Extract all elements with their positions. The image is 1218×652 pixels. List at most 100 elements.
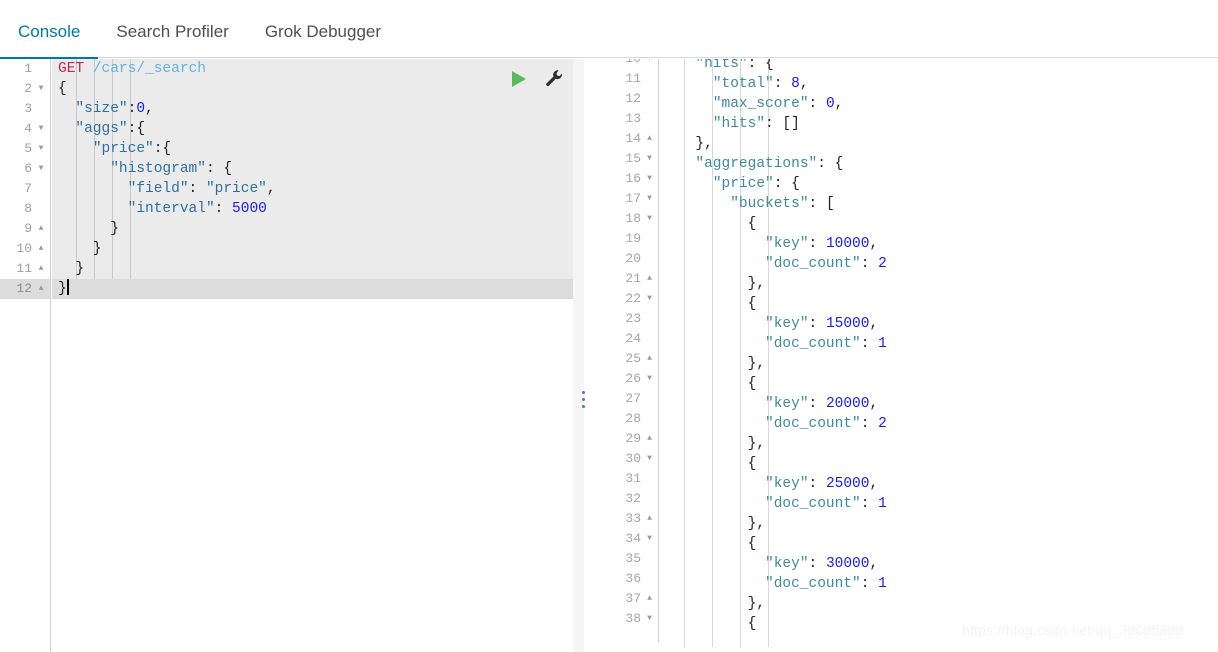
- editor-code-line[interactable]: "size":0,: [52, 99, 573, 119]
- fold-down-icon[interactable]: ▼: [644, 529, 655, 549]
- editor-line-number[interactable]: 2 ▼: [0, 79, 50, 99]
- response-line-number[interactable]: 11: [596, 69, 658, 89]
- fold-up-icon[interactable]: ▲: [36, 239, 46, 259]
- fold-up-icon[interactable]: ▲: [644, 349, 655, 369]
- editor-line-number[interactable]: 5 ▼: [0, 139, 50, 159]
- response-code-line: "buckets": [: [730, 196, 835, 212]
- fold-up-icon[interactable]: ▲: [644, 429, 655, 449]
- response-line-number[interactable]: 29 ▲: [596, 429, 658, 449]
- response-line-number[interactable]: 16 ▼: [596, 169, 658, 189]
- fold-down-icon[interactable]: ▼: [644, 609, 655, 629]
- fold-down-icon[interactable]: ▼: [36, 119, 46, 139]
- fold-down-icon[interactable]: ▼: [36, 79, 46, 99]
- editor-line-number[interactable]: 3: [0, 99, 50, 119]
- fold-up-icon[interactable]: ▲: [644, 269, 655, 289]
- editor-line-number[interactable]: 12 ▲: [0, 279, 50, 299]
- splitter-grip-icon: [582, 391, 586, 412]
- response-line-number[interactable]: 13: [596, 109, 658, 129]
- fold-up-icon[interactable]: ▲: [644, 589, 655, 609]
- response-code-line: "hits": []: [712, 116, 800, 132]
- fold-down-icon[interactable]: ▼: [644, 449, 655, 469]
- response-line-number[interactable]: 27: [596, 389, 658, 409]
- editor-code-line[interactable]: }: [52, 259, 573, 279]
- response-line-number[interactable]: 19: [596, 229, 658, 249]
- kibana-dev-tools-console: Console Search Profiler Grok Debugger 1 2 ▼ 3…: [0, 0, 1218, 652]
- response-gutter[interactable]: 10▼11121314▲15▼16▼17▼18▼192021▲22▼232425…: [596, 59, 659, 642]
- response-line-number[interactable]: 30 ▼: [596, 449, 658, 469]
- response-line-number[interactable]: 23: [596, 309, 658, 329]
- editor-code-line[interactable]: }: [52, 239, 573, 259]
- response-code-line: "doc_count": 1: [765, 336, 887, 352]
- editor-code-line[interactable]: "aggs":{: [52, 119, 573, 139]
- fold-down-icon[interactable]: ▼: [644, 289, 655, 309]
- response-code-line: },: [678, 356, 766, 372]
- fold-down-icon[interactable]: ▼: [644, 209, 655, 229]
- editor-line-number[interactable]: 9 ▲: [0, 219, 50, 239]
- pane-splitter[interactable]: [574, 59, 596, 652]
- editor-code-line[interactable]: }: [52, 279, 573, 299]
- response-code-line: },: [678, 436, 766, 452]
- fold-up-icon[interactable]: ▲: [36, 219, 46, 239]
- editor-line-number[interactable]: 6 ▼: [0, 159, 50, 179]
- response-line-number[interactable]: 14 ▲: [596, 129, 658, 149]
- fold-down-icon[interactable]: ▼: [644, 149, 655, 169]
- response-line-number[interactable]: 25 ▲: [596, 349, 658, 369]
- editor-code-line[interactable]: "interval": 5000: [52, 199, 573, 219]
- response-code-line: "hits": {: [695, 59, 774, 72]
- response-code-line: "max_score": 0,: [712, 96, 844, 112]
- editor-code-line[interactable]: GET /cars/_search: [52, 59, 573, 79]
- wrench-settings-button[interactable]: [544, 68, 566, 90]
- response-line-number[interactable]: 20: [596, 249, 658, 269]
- response-line-number[interactable]: 24: [596, 329, 658, 349]
- editor-line-number[interactable]: 1: [0, 59, 50, 79]
- editor-code-line[interactable]: "histogram": {: [52, 159, 573, 179]
- fold-up-icon[interactable]: ▲: [36, 259, 46, 279]
- response-line-number[interactable]: 17 ▼: [596, 189, 658, 209]
- fold-up-icon[interactable]: ▲: [36, 279, 46, 299]
- fold-up-icon[interactable]: ▲: [644, 129, 655, 149]
- run-request-button[interactable]: [512, 69, 532, 89]
- fold-down-icon[interactable]: ▼: [644, 189, 655, 209]
- response-code-line: "aggregations": {: [695, 156, 844, 172]
- fold-down-icon[interactable]: ▼: [644, 169, 655, 189]
- response-line-number[interactable]: 32: [596, 489, 658, 509]
- response-line-number[interactable]: 28: [596, 409, 658, 429]
- tab-grok-debugger[interactable]: Grok Debugger: [247, 23, 399, 58]
- response-line-number[interactable]: 36: [596, 569, 658, 589]
- response-line-number[interactable]: 37 ▲: [596, 589, 658, 609]
- fold-down-icon[interactable]: ▼: [36, 159, 46, 179]
- request-editor-gutter[interactable]: 1 2 ▼ 3 4 ▼ 5 ▼ 6 ▼ 7 8 9 ▲ 10 ▲ 11 ▲ 12 ▲: [0, 59, 51, 652]
- fold-down-icon[interactable]: ▼: [644, 59, 655, 69]
- request-editor-pane[interactable]: 1 2 ▼ 3 4 ▼ 5 ▼ 6 ▼ 7 8 9 ▲ 10 ▲ 11 ▲ 12 ▲ GET /cars/_searc…: [0, 59, 584, 652]
- fold-up-icon[interactable]: ▲: [644, 509, 655, 529]
- response-line-number[interactable]: 21 ▲: [596, 269, 658, 289]
- editor-line-number[interactable]: 4 ▼: [0, 119, 50, 139]
- response-line-number[interactable]: 10▼: [596, 59, 658, 69]
- response-code[interactable]: "hits": { "total": 8, "max_score": 0, "h…: [660, 59, 1218, 647]
- response-line-number[interactable]: 15 ▼: [596, 149, 658, 169]
- editor-code-line[interactable]: "price":{: [52, 139, 573, 159]
- tab-console[interactable]: Console: [0, 23, 99, 59]
- response-line-number[interactable]: 35: [596, 549, 658, 569]
- editor-line-number[interactable]: 8: [0, 199, 50, 219]
- response-line-number[interactable]: 38 ▼: [596, 609, 658, 629]
- response-line-number[interactable]: 26 ▼: [596, 369, 658, 389]
- editor-code-line[interactable]: "field": "price",: [52, 179, 573, 199]
- request-editor-code[interactable]: GET /cars/_search{ "size":0, "aggs":{ "p…: [52, 59, 573, 299]
- response-line-number[interactable]: 22 ▼: [596, 289, 658, 309]
- fold-down-icon[interactable]: ▼: [644, 369, 655, 389]
- response-line-number[interactable]: 18 ▼: [596, 209, 658, 229]
- response-line-number[interactable]: 12: [596, 89, 658, 109]
- response-line-number[interactable]: 34 ▼: [596, 529, 658, 549]
- response-pane[interactable]: 10▼11121314▲15▼16▼17▼18▼192021▲22▼232425…: [596, 59, 1218, 652]
- response-line-number[interactable]: 31: [596, 469, 658, 489]
- editor-line-number[interactable]: 11 ▲: [0, 259, 50, 279]
- editor-line-number[interactable]: 7: [0, 179, 50, 199]
- tab-search-profiler[interactable]: Search Profiler: [98, 23, 246, 58]
- fold-down-icon[interactable]: ▼: [36, 139, 46, 159]
- editor-code-line[interactable]: }: [52, 219, 573, 239]
- response-line-number[interactable]: 33 ▲: [596, 509, 658, 529]
- editor-code-line[interactable]: {: [52, 79, 573, 99]
- response-code-line: "key": 10000,: [765, 236, 879, 252]
- editor-line-number[interactable]: 10 ▲: [0, 239, 50, 259]
